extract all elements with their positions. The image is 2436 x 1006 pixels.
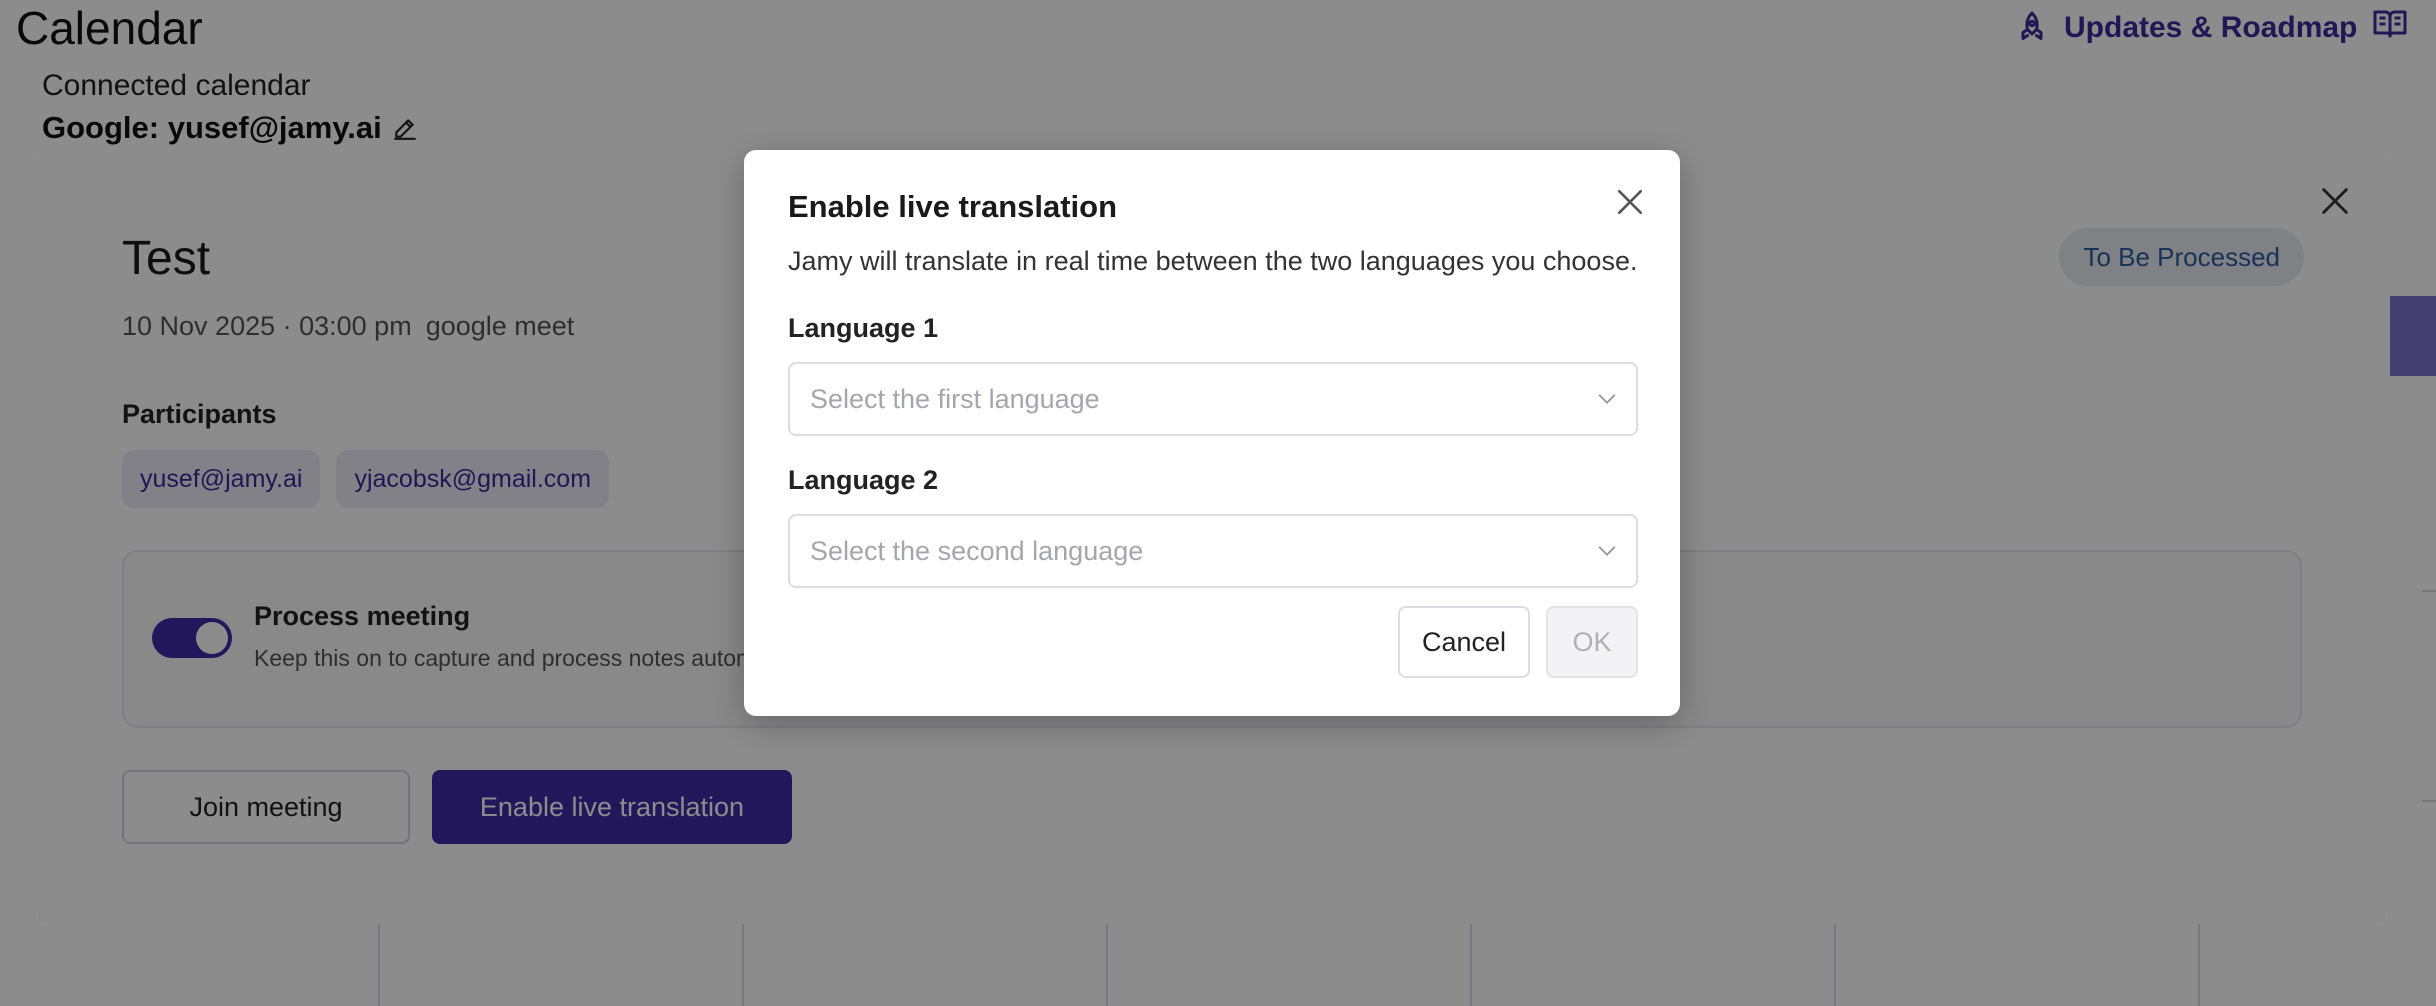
- chevron-down-icon: [1598, 394, 1616, 404]
- live-translation-dialog: Enable live translation Jamy will transl…: [744, 150, 1680, 716]
- close-icon[interactable]: [1614, 186, 1646, 218]
- language-1-label: Language 1: [788, 313, 939, 343]
- dialog-title: Enable live translation: [788, 189, 1118, 224]
- language-2-placeholder: Select the second language: [810, 536, 1144, 566]
- ok-button[interactable]: OK: [1546, 606, 1638, 678]
- language-2-select[interactable]: Select the second language: [788, 514, 1638, 588]
- dialog-description: Jamy will translate in real time between…: [788, 246, 1638, 276]
- cancel-button[interactable]: Cancel: [1398, 606, 1530, 678]
- language-1-placeholder: Select the first language: [810, 384, 1100, 414]
- language-1-select[interactable]: Select the first language: [788, 362, 1638, 436]
- chevron-down-icon: [1598, 546, 1616, 556]
- language-2-label: Language 2: [788, 465, 939, 495]
